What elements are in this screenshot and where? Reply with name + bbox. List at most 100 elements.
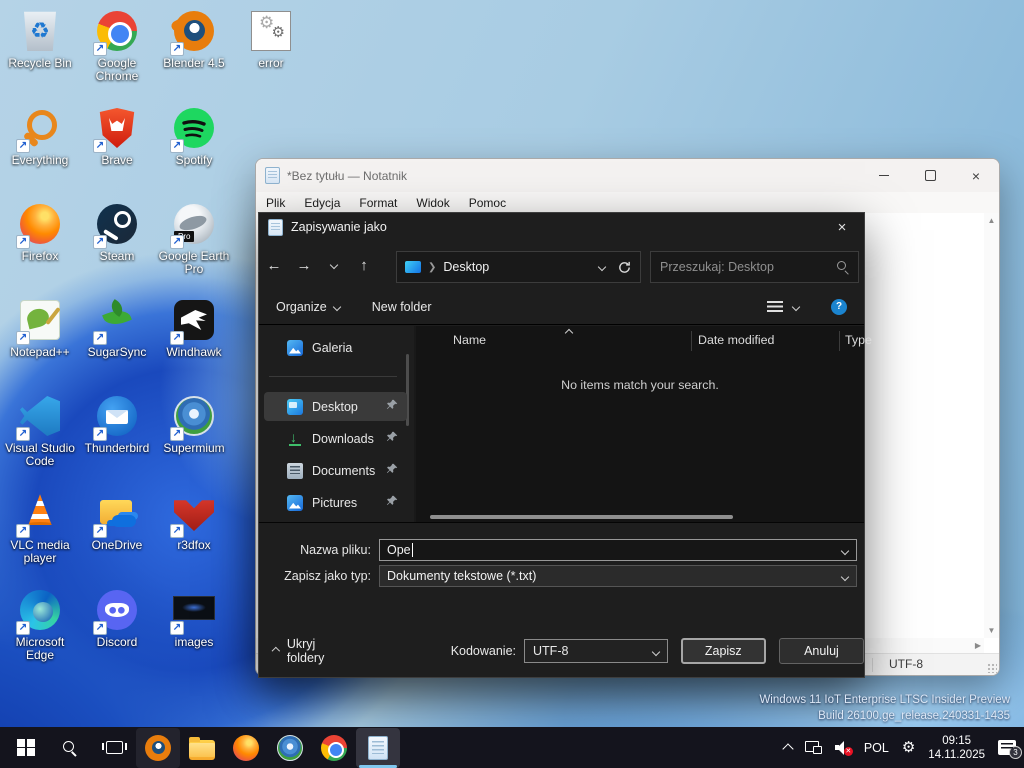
desktop-icon-error[interactable]: error bbox=[234, 8, 308, 70]
back-button[interactable]: ← bbox=[259, 257, 289, 274]
desktop-icon-steam[interactable]: ↗ Steam bbox=[80, 201, 154, 263]
encoding-dropdown-icon[interactable] bbox=[651, 647, 660, 657]
sidebar-item-documents[interactable]: Documents bbox=[264, 456, 407, 485]
hide-folders-button[interactable]: Ukryj foldery bbox=[271, 637, 354, 665]
desktop-icon-visual-studio-code[interactable]: ↗ Visual Studio Code bbox=[3, 393, 77, 468]
taskbar-search-button[interactable] bbox=[48, 728, 92, 768]
desktop-icon-sugarsync[interactable]: ↗ SugarSync bbox=[80, 297, 154, 359]
resize-grip[interactable] bbox=[987, 663, 997, 673]
new-folder-button[interactable]: New folder bbox=[372, 300, 432, 314]
scroll-down-icon[interactable]: ▼ bbox=[984, 626, 999, 635]
taskbar-file-explorer[interactable] bbox=[180, 728, 224, 768]
taskbar-blender[interactable] bbox=[136, 727, 180, 768]
scrollbar-thumb[interactable] bbox=[430, 515, 733, 519]
desktop-icon-onedrive[interactable]: ↗ OneDrive bbox=[80, 490, 154, 552]
taskbar-notepad-active[interactable] bbox=[356, 727, 400, 768]
notepad-titlebar[interactable]: *Bez tytułu — Notatnik × bbox=[256, 159, 999, 192]
breadcrumb[interactable]: Desktop bbox=[443, 260, 489, 274]
images-thumbnail-icon bbox=[173, 596, 215, 620]
scroll-up-icon[interactable]: ▲ bbox=[984, 216, 999, 225]
column-name[interactable]: Name bbox=[453, 333, 486, 347]
menu-edycja[interactable]: Edycja bbox=[304, 196, 340, 210]
minimize-button[interactable] bbox=[861, 159, 907, 192]
forward-button[interactable]: → bbox=[289, 257, 319, 274]
file-list-horizontal-scrollbar[interactable] bbox=[416, 514, 864, 520]
taskbar-supermium[interactable] bbox=[268, 728, 312, 768]
desktop-icon-notepad-plus-plus[interactable]: ↗ Notepad++ bbox=[3, 297, 77, 359]
volume-muted-icon[interactable]: ✕ bbox=[834, 741, 853, 756]
sidebar-item-desktop[interactable]: Desktop bbox=[264, 392, 407, 421]
dialog-navbar: ← → ↑ ❯ Desktop Przeszukaj: Desktop bbox=[259, 241, 864, 289]
filetype-row: Zapisz jako typ: Dokumenty tekstowe (*.t… bbox=[259, 565, 857, 587]
help-icon[interactable]: ? bbox=[831, 298, 847, 315]
desktop-icon-google-earth-pro[interactable]: ↗ Google Earth Pro bbox=[157, 201, 231, 276]
firefox-icon bbox=[233, 734, 259, 761]
view-dropdown-icon[interactable] bbox=[791, 302, 801, 311]
close-button[interactable]: × bbox=[953, 159, 999, 192]
network-icon[interactable] bbox=[804, 741, 822, 754]
dialog-close-button[interactable]: × bbox=[820, 213, 864, 241]
scroll-right-icon[interactable]: ▶ bbox=[975, 641, 981, 650]
desktop-icon-firefox[interactable]: ↗ Firefox bbox=[3, 201, 77, 263]
recent-locations-button[interactable] bbox=[319, 259, 349, 271]
address-bar[interactable]: ❯ Desktop bbox=[396, 251, 641, 283]
maximize-button[interactable] bbox=[907, 159, 953, 192]
menu-plik[interactable]: Plik bbox=[266, 196, 285, 210]
gallery-icon bbox=[287, 339, 303, 356]
language-indicator[interactable]: POL bbox=[864, 741, 889, 755]
column-date-modified[interactable]: Date modified bbox=[698, 333, 774, 347]
desktop-icon-recycle-bin[interactable]: Recycle Bin bbox=[3, 8, 77, 70]
clock[interactable]: 09:15 14.11.2025 bbox=[928, 734, 985, 762]
save-button[interactable]: Zapisz bbox=[680, 638, 766, 664]
start-button[interactable] bbox=[4, 728, 48, 768]
filename-dropdown-icon[interactable] bbox=[840, 546, 850, 556]
taskbar-firefox[interactable] bbox=[224, 728, 268, 768]
tray-overflow-chevron-icon[interactable] bbox=[782, 743, 794, 755]
desktop-icon-vlc-media-player[interactable]: ↗ VLC media player bbox=[3, 490, 77, 565]
desktop-icon-blender[interactable]: ↗ Blender 4.5 bbox=[157, 8, 231, 70]
watermark-build-info: Windows 11 IoT Enterprise LTSC Insider P… bbox=[759, 694, 1010, 722]
desktop-icon-microsoft-edge[interactable]: ↗ Microsoft Edge bbox=[3, 587, 77, 662]
up-button[interactable]: ↑ bbox=[349, 257, 379, 274]
dialog-body: Galeria Desktop Downloads Documents bbox=[259, 326, 872, 522]
cancel-button[interactable]: Anuluj bbox=[778, 638, 864, 664]
desktop-icon-spotify[interactable]: ↗ Spotify bbox=[157, 105, 231, 167]
address-dropdown-icon[interactable] bbox=[597, 262, 607, 272]
file-list[interactable]: Name Date modified Type No items match y… bbox=[416, 326, 872, 522]
encoding-select[interactable]: UTF-8 bbox=[524, 639, 668, 663]
sidebar-item-downloads[interactable]: Downloads bbox=[264, 424, 407, 453]
breadcrumb-separator-icon: ❯ bbox=[428, 261, 437, 273]
desktop-icon-everything[interactable]: ↗ Everything bbox=[3, 105, 77, 167]
notification-center-icon[interactable]: 3 bbox=[998, 740, 1022, 759]
desktop-icon-discord[interactable]: ↗ Discord bbox=[80, 587, 154, 649]
refresh-icon[interactable] bbox=[617, 260, 632, 275]
desktop-icon-windhawk[interactable]: ↗ Windhawk bbox=[157, 297, 231, 359]
filetype-dropdown-icon[interactable] bbox=[840, 572, 850, 582]
desktop-icon-thunderbird[interactable]: ↗ Thunderbird bbox=[80, 393, 154, 455]
vertical-scrollbar[interactable]: ▲ ▼ bbox=[984, 213, 999, 638]
task-view-button[interactable] bbox=[92, 728, 136, 768]
desktop-icon-brave[interactable]: ↗ Brave bbox=[80, 105, 154, 167]
navigation-pane: Galeria Desktop Downloads Documents bbox=[259, 326, 414, 522]
menu-widok[interactable]: Widok bbox=[416, 196, 449, 210]
organize-button[interactable]: Organize bbox=[276, 300, 341, 314]
desktop-icon-google-chrome[interactable]: ↗ Google Chrome bbox=[80, 8, 154, 83]
desktop-icon-images[interactable]: ↗ images bbox=[157, 587, 231, 649]
blender-icon bbox=[145, 734, 171, 761]
filetype-select[interactable]: Dokumenty tekstowe (*.txt) bbox=[379, 565, 857, 587]
search-icon[interactable] bbox=[837, 261, 849, 273]
gear-icon[interactable]: ⚙ bbox=[902, 740, 915, 755]
menu-pomoc[interactable]: Pomoc bbox=[469, 196, 506, 210]
taskbar-chrome[interactable] bbox=[312, 728, 356, 768]
column-type[interactable]: Type bbox=[845, 333, 872, 347]
menu-format[interactable]: Format bbox=[359, 196, 397, 210]
sidebar-item-galeria[interactable]: Galeria bbox=[264, 333, 407, 362]
shortcut-arrow-icon: ↗ bbox=[16, 331, 30, 345]
view-mode-icon[interactable] bbox=[767, 300, 783, 313]
sidebar-item-pictures[interactable]: Pictures bbox=[264, 488, 407, 517]
desktop-icon-supermium[interactable]: ↗ Supermium bbox=[157, 393, 231, 455]
dialog-titlebar[interactable]: Zapisywanie jako × bbox=[259, 213, 864, 241]
desktop-icon-r3dfox[interactable]: ↗ r3dfox bbox=[157, 490, 231, 552]
search-box[interactable]: Przeszukaj: Desktop bbox=[650, 251, 859, 283]
filename-input[interactable]: Ope bbox=[379, 539, 857, 561]
